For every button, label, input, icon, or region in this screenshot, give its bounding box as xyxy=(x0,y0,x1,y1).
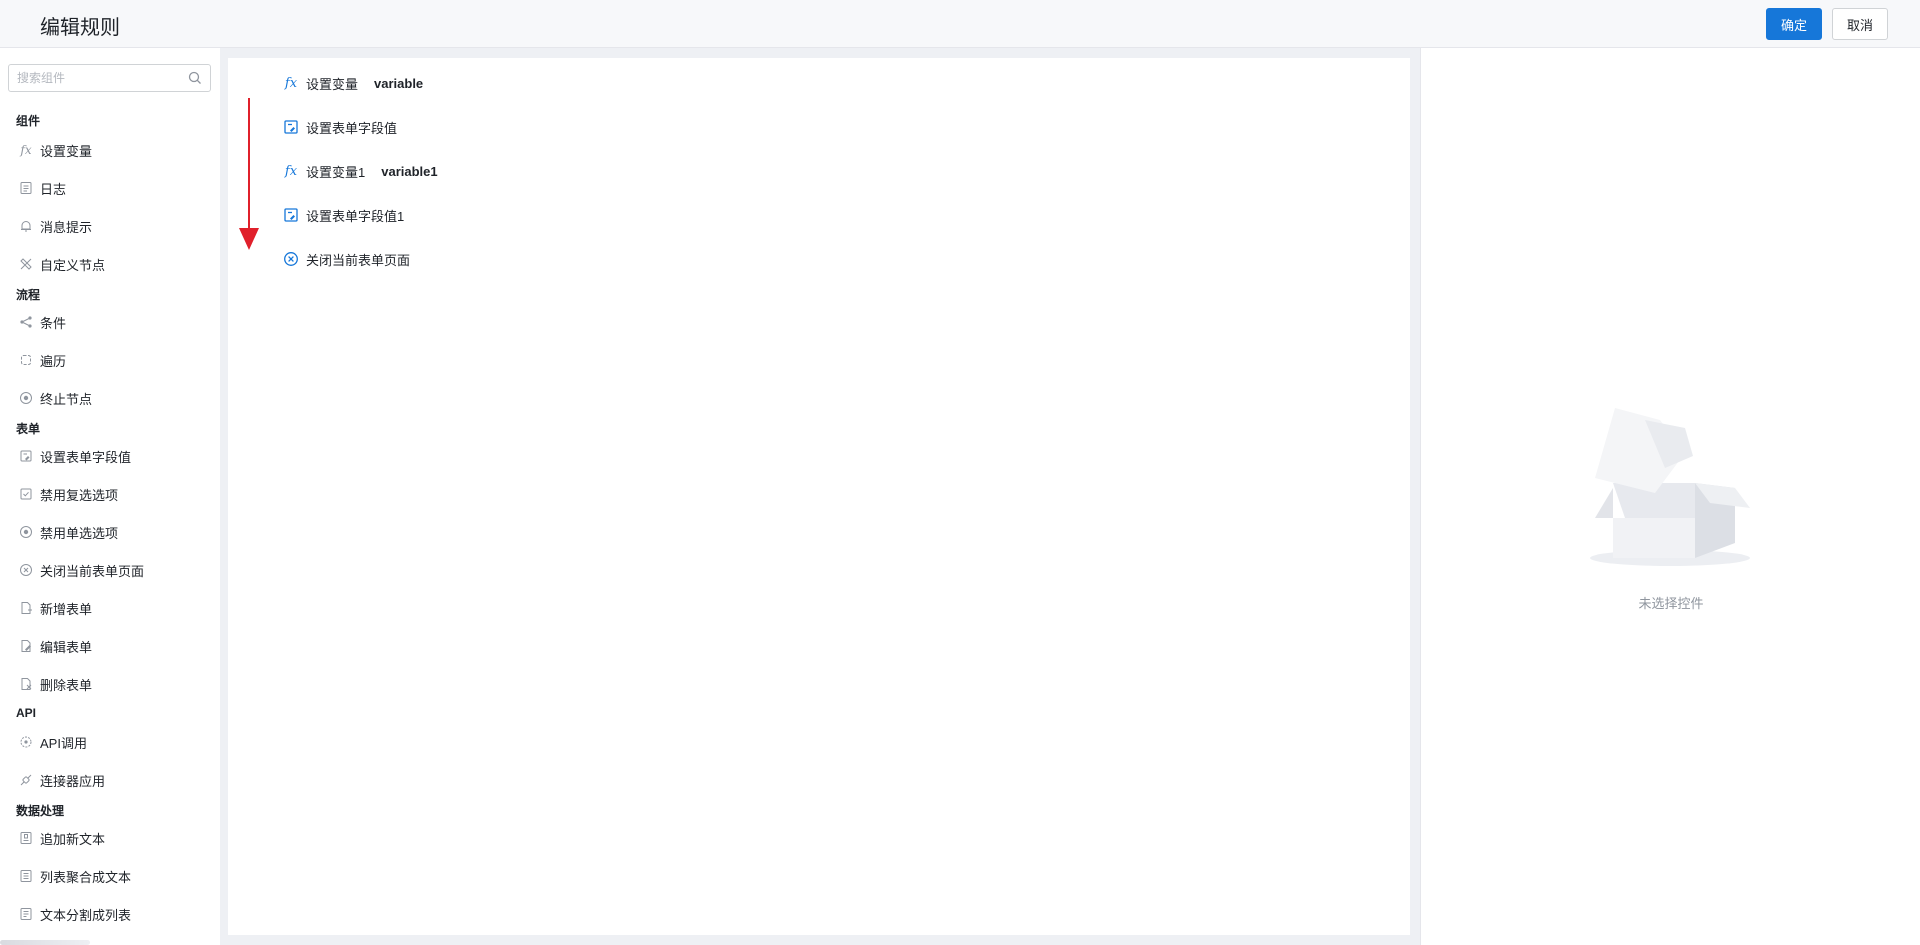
search-box xyxy=(8,64,211,92)
sidebar-item-label: 禁用单选选项 xyxy=(40,525,119,541)
node-label: 关闭当前表单页面 xyxy=(306,252,411,268)
sidebar-item-label: 设置变量 xyxy=(40,143,93,159)
component-sidebar: 组件 fx 设置变量 日志 消息提示 自定义节点 流程 条件 遍历 终止节点 表… xyxy=(0,48,220,945)
sidebar-item-edit-form[interactable]: 编辑表单 xyxy=(18,634,208,658)
properties-panel: 未选择控件 xyxy=(1420,48,1920,945)
cancel-button[interactable]: 取消 xyxy=(1832,8,1888,40)
form-field-icon xyxy=(282,118,300,136)
sidebar-item-list-join[interactable]: 列表聚合成文本 xyxy=(18,864,208,888)
sidebar-item-label: 追加新文本 xyxy=(40,831,106,847)
node-label: 设置变量 xyxy=(306,76,359,92)
flow-node-set-variable-1[interactable]: fx 设置变量1 variable1 xyxy=(282,160,438,182)
custom-node-icon xyxy=(18,256,34,272)
log-icon xyxy=(18,180,34,196)
add-form-icon xyxy=(18,600,34,616)
rule-canvas[interactable]: fx 设置变量 variable 设置表单字段值 fx 设置变量1 variab… xyxy=(228,58,1410,935)
group-title-flow: 流程 xyxy=(16,288,41,302)
sidebar-item-label: 列表聚合成文本 xyxy=(40,869,132,885)
sidebar-item-condition[interactable]: 条件 xyxy=(18,310,208,334)
node-label: 设置表单字段值1 xyxy=(306,208,405,224)
stop-icon xyxy=(18,390,34,406)
flow-node-set-form-field-1[interactable]: 设置表单字段值1 xyxy=(282,204,404,226)
group-title-data-processing: 数据处理 xyxy=(16,804,65,818)
sidebar-item-stop-node[interactable]: 终止节点 xyxy=(18,386,208,410)
sidebar-item-close-form-page[interactable]: 关闭当前表单页面 xyxy=(18,558,208,582)
sidebar-item-label: 消息提示 xyxy=(40,219,93,235)
search-input[interactable] xyxy=(17,70,187,86)
delete-form-icon xyxy=(18,676,34,692)
sidebar-item-label: 遍历 xyxy=(40,353,67,369)
loop-icon xyxy=(18,352,34,368)
sidebar-item-message[interactable]: 消息提示 xyxy=(18,214,208,238)
fx-icon: fx xyxy=(20,143,32,157)
group-title-api: API xyxy=(16,706,37,720)
node-label: 设置变量1 xyxy=(306,164,366,180)
sidebar-item-append-text[interactable]: 追加新文本 xyxy=(18,826,208,850)
sidebar-item-loop[interactable]: 遍历 xyxy=(18,348,208,372)
connector-icon xyxy=(18,772,34,788)
scroll-shadow xyxy=(0,940,90,945)
empty-state-text: 未选择控件 xyxy=(1638,596,1704,611)
flow-node-set-form-field[interactable]: 设置表单字段值 xyxy=(282,116,397,138)
radio-icon xyxy=(18,524,34,540)
sidebar-item-label: 日志 xyxy=(40,181,67,197)
flow-node-set-variable[interactable]: fx 设置变量 variable xyxy=(282,72,423,94)
header-bar: 编辑规则 确定 取消 xyxy=(0,0,1920,48)
node-label: 设置表单字段值 xyxy=(306,120,398,136)
fx-icon: fx xyxy=(284,163,298,179)
flow-node-close-form-page[interactable]: 关闭当前表单页面 xyxy=(282,248,410,270)
list-join-icon xyxy=(18,868,34,884)
form-field-icon xyxy=(18,448,34,464)
api-icon xyxy=(18,734,34,750)
text-split-icon xyxy=(18,906,34,922)
close-circle-icon xyxy=(282,250,300,268)
close-circle-icon xyxy=(18,562,34,578)
confirm-button[interactable]: 确定 xyxy=(1766,8,1822,40)
group-title-components: 组件 xyxy=(16,114,41,128)
sidebar-item-label: 关闭当前表单页面 xyxy=(40,563,145,579)
append-text-icon xyxy=(18,830,34,846)
sidebar-item-label: 自定义节点 xyxy=(40,257,106,273)
bell-icon xyxy=(18,218,34,234)
empty-box-illustration xyxy=(1590,408,1750,566)
sidebar-item-label: 删除表单 xyxy=(40,677,93,693)
branch-icon xyxy=(18,314,34,330)
fx-icon: fx xyxy=(284,75,298,91)
sidebar-item-delete-form[interactable]: 删除表单 xyxy=(18,672,208,696)
sidebar-item-set-form-field[interactable]: 设置表单字段值 xyxy=(18,444,208,468)
form-field-icon xyxy=(282,206,300,224)
sidebar-item-add-form[interactable]: 新增表单 xyxy=(18,596,208,620)
flow-arrow xyxy=(239,98,259,250)
edit-form-icon xyxy=(18,638,34,654)
page-title: 编辑规则 xyxy=(40,17,120,39)
node-variable: variable xyxy=(374,75,424,91)
sidebar-item-label: 文本分割成列表 xyxy=(40,907,132,923)
sidebar-item-label: 连接器应用 xyxy=(40,773,106,789)
group-title-form: 表单 xyxy=(16,422,41,436)
sidebar-item-connector[interactable]: 连接器应用 xyxy=(18,768,208,792)
sidebar-item-label: 条件 xyxy=(40,315,67,331)
sidebar-item-api-call[interactable]: API调用 xyxy=(18,730,208,754)
sidebar-item-custom-node[interactable]: 自定义节点 xyxy=(18,252,208,276)
sidebar-item-log[interactable]: 日志 xyxy=(18,176,208,200)
sidebar-item-label: 新增表单 xyxy=(40,601,93,617)
sidebar-item-label: 禁用复选选项 xyxy=(40,487,119,503)
sidebar-item-label: 终止节点 xyxy=(40,391,93,407)
sidebar-item-label: 设置表单字段值 xyxy=(40,449,132,465)
sidebar-item-set-variable[interactable]: fx 设置变量 xyxy=(18,138,208,162)
node-variable: variable1 xyxy=(381,163,438,179)
search-icon[interactable] xyxy=(188,71,202,85)
sidebar-item-text-split[interactable]: 文本分割成列表 xyxy=(18,902,208,926)
checkbox-icon xyxy=(18,486,34,502)
sidebar-item-label: API调用 xyxy=(40,735,87,751)
sidebar-item-disable-checkbox[interactable]: 禁用复选选项 xyxy=(18,482,208,506)
sidebar-item-disable-radio[interactable]: 禁用单选选项 xyxy=(18,520,208,544)
sidebar-item-label: 编辑表单 xyxy=(40,639,93,655)
